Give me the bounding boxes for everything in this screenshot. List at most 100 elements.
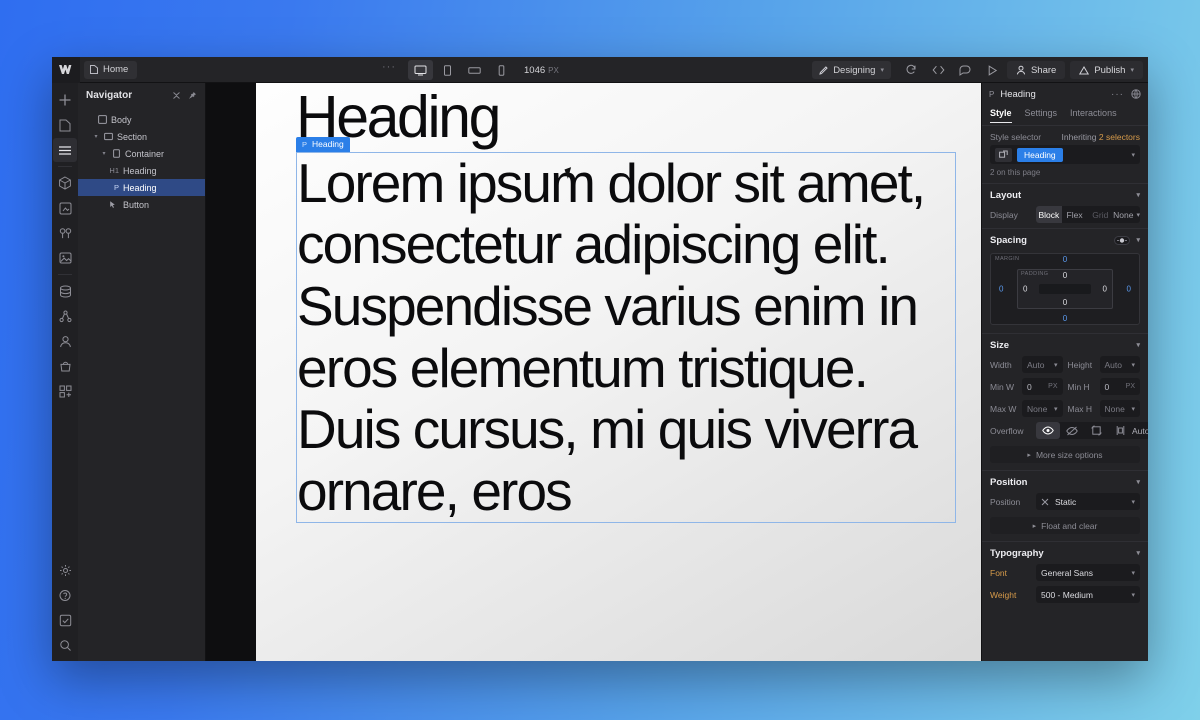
more-options-icon[interactable]: ··· [1111, 89, 1124, 100]
overflow-value[interactable]: Auto [1132, 426, 1148, 436]
typography-section-header[interactable]: Typography ▾ [982, 542, 1148, 564]
style-selector-input[interactable]: Heading ▾ [990, 145, 1140, 164]
nav-item-heading-p[interactable]: P Heading [78, 179, 205, 196]
webflow-logo[interactable] [52, 57, 80, 83]
display-option-block[interactable]: Block [1036, 206, 1062, 223]
padding-top-value[interactable]: 0 [1063, 271, 1067, 280]
spacing-mode-icon[interactable] [1114, 235, 1131, 245]
spacing-section-header[interactable]: Spacing ▾ [982, 229, 1148, 251]
settings-icon[interactable] [53, 558, 77, 582]
position-select[interactable]: Static ▾ [1036, 493, 1140, 510]
position-clear-icon[interactable] [1041, 498, 1049, 506]
spacing-box[interactable]: MARGIN 0 0 0 0 PADDING 0 0 0 0 [982, 251, 1148, 333]
nav-item-body[interactable]: Body [78, 111, 205, 128]
nav-item-heading-h1[interactable]: H1 Heading [78, 162, 205, 179]
overflow-clip-icon[interactable] [1108, 422, 1132, 439]
canvas-paragraph-selected[interactable]: P Heading Lorem ipsum dolor sit amet, co… [296, 136, 956, 524]
toolbar-overflow-icon[interactable]: ··· [382, 61, 406, 79]
nav-item-section[interactable]: ▾ Section [78, 128, 205, 145]
height-input[interactable]: Auto ▾ [1099, 356, 1140, 373]
width-input[interactable]: Auto ▾ [1022, 356, 1063, 373]
padding-right-value[interactable]: 0 [1103, 285, 1107, 294]
margin-left-value[interactable]: 0 [999, 285, 1003, 294]
chevron-down-icon[interactable]: ▾ [1131, 151, 1135, 159]
min-width-input[interactable]: 0 PX [1022, 378, 1063, 395]
navigator-icon[interactable] [53, 138, 77, 162]
pin-icon[interactable] [188, 91, 197, 100]
section-collapse[interactable]: ▾ [1136, 191, 1140, 199]
pages-icon[interactable] [53, 113, 77, 137]
assets-icon[interactable] [53, 196, 77, 220]
layout-section-header[interactable]: Layout ▾ [982, 184, 1148, 206]
components-icon[interactable] [53, 171, 77, 195]
cms-icon[interactable] [53, 279, 77, 303]
share-button[interactable]: Share [1006, 61, 1066, 79]
section-collapse[interactable]: ▾ [1136, 549, 1140, 557]
chevron-down-icon[interactable]: ▾ [1136, 236, 1140, 244]
viewport-mobile-portrait-icon[interactable] [489, 60, 514, 80]
viewport-mobile-landscape-icon[interactable] [462, 60, 487, 80]
display-option-none[interactable]: None ▾ [1113, 206, 1140, 223]
display-option-grid[interactable]: Grid [1087, 206, 1113, 223]
margin-right-value[interactable]: 0 [1127, 285, 1131, 294]
nav-caret[interactable]: ▾ [92, 133, 100, 140]
position-section-header[interactable]: Position ▾ [982, 471, 1148, 493]
add-icon[interactable] [53, 88, 77, 112]
nav-item-button[interactable]: Button [78, 196, 205, 213]
padding-bottom-value[interactable]: 0 [1063, 298, 1067, 307]
apps-icon[interactable] [53, 379, 77, 403]
canvas-heading-h1[interactable]: Heading [296, 83, 956, 147]
float-and-clear-button[interactable]: ▸ Float and clear [990, 517, 1140, 534]
min-height-input[interactable]: 0 PX [1099, 378, 1140, 395]
page-tab-home[interactable]: Home [84, 60, 138, 79]
max-height-input[interactable]: None ▾ [1099, 400, 1140, 417]
tab-settings[interactable]: Settings [1025, 108, 1058, 122]
font-select[interactable]: General Sans ▾ [1036, 564, 1140, 581]
refresh-icon[interactable] [899, 60, 924, 80]
overflow-scroll-icon[interactable] [1084, 422, 1108, 439]
inheriting-info[interactable]: Inheriting 2 selectors [1062, 132, 1140, 142]
publish-button[interactable]: Publish ▾ [1070, 61, 1143, 79]
code-icon[interactable] [926, 60, 951, 80]
style-class-chip[interactable]: Heading [1017, 147, 1063, 162]
nav-caret[interactable]: ▾ [100, 150, 108, 157]
nav-item-container[interactable]: ▾ Container [78, 145, 205, 162]
section-collapse[interactable]: ▾ [1136, 341, 1140, 349]
more-size-options-button[interactable]: ▸ More size options [990, 446, 1140, 463]
display-option-flex[interactable]: Flex [1062, 206, 1088, 223]
canvas-paragraph-text[interactable]: Lorem ipsum dolor sit amet, consectetur … [297, 152, 955, 523]
section-collapse[interactable]: ▾ [1136, 478, 1140, 486]
users-icon[interactable] [53, 329, 77, 353]
viewport-tablet-icon[interactable] [435, 60, 460, 80]
audit-icon[interactable] [53, 608, 77, 632]
overflow-visible-icon[interactable] [1036, 422, 1060, 439]
design-canvas[interactable]: Heading P Heading Lorem ipsum dolor sit … [206, 83, 981, 661]
tab-style[interactable]: Style [990, 108, 1012, 123]
max-width-input[interactable]: None ▾ [1022, 400, 1063, 417]
search-icon[interactable] [53, 633, 77, 657]
media-icon[interactable] [53, 246, 77, 270]
margin-box[interactable]: MARGIN 0 0 0 0 PADDING 0 0 0 0 [990, 253, 1140, 325]
component-icon[interactable] [1131, 89, 1141, 99]
spacing-header-tools: ▾ [1114, 235, 1140, 245]
mode-selector[interactable]: Designing ▾ [812, 61, 891, 79]
margin-bottom-value[interactable]: 0 [1063, 314, 1067, 323]
comment-icon[interactable] [953, 60, 978, 80]
selector-tag-icon[interactable] [995, 147, 1012, 162]
padding-left-value[interactable]: 0 [1023, 285, 1027, 294]
help-icon[interactable] [53, 583, 77, 607]
margin-top-value[interactable]: 0 [1063, 255, 1067, 264]
ecommerce-icon[interactable] [53, 354, 77, 378]
viewport-width-display[interactable]: 1046 PX [524, 65, 559, 76]
overflow-hidden-icon[interactable] [1060, 422, 1084, 439]
tab-interactions[interactable]: Interactions [1070, 108, 1117, 122]
logic-icon[interactable] [53, 304, 77, 328]
collapse-icon[interactable] [172, 91, 181, 100]
weight-select[interactable]: 500 - Medium ▾ [1036, 586, 1140, 603]
size-section-header[interactable]: Size ▾ [982, 334, 1148, 356]
preview-icon[interactable] [980, 60, 1005, 80]
padding-box[interactable]: PADDING 0 0 0 0 [1017, 269, 1113, 309]
viewport-desktop-icon[interactable] [408, 60, 433, 80]
page-preview[interactable]: Heading P Heading Lorem ipsum dolor sit … [256, 83, 981, 661]
variables-icon[interactable] [53, 221, 77, 245]
